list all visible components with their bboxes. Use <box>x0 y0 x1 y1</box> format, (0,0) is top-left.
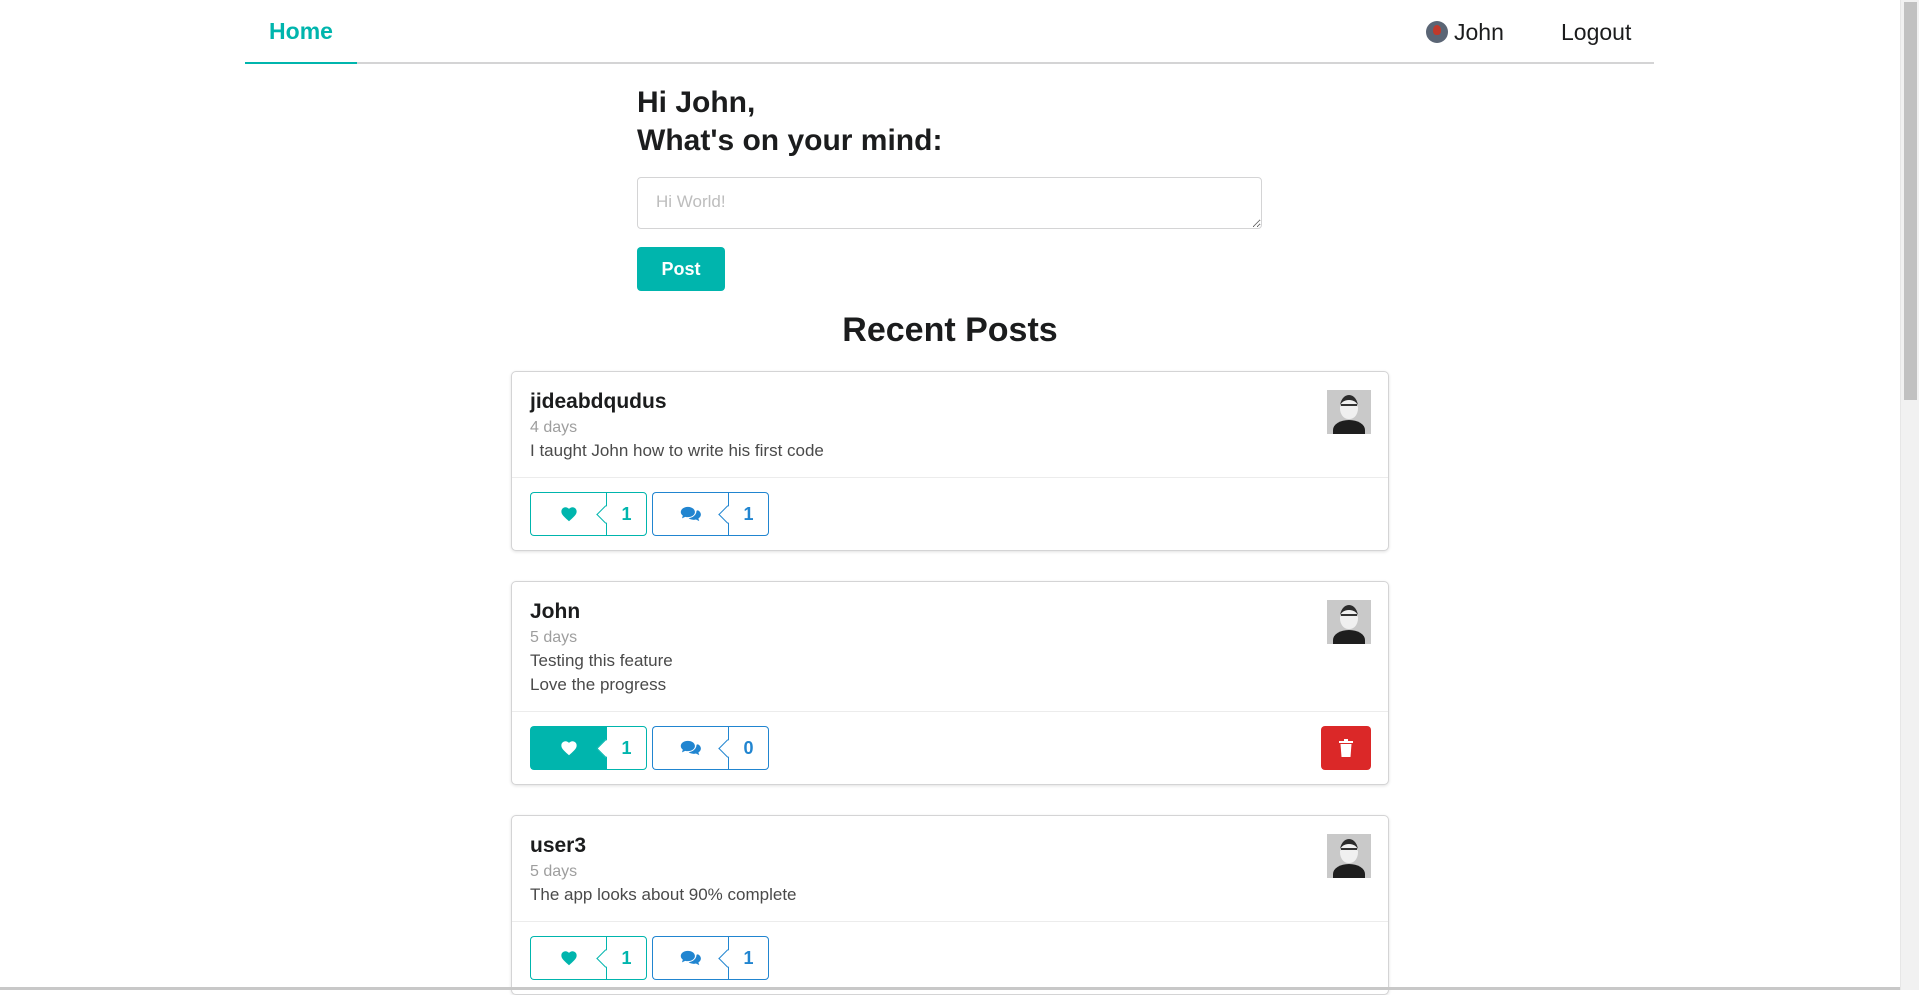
comment-count: 1 <box>728 936 769 980</box>
post-content: John 5 days Testing this feature Love th… <box>512 582 1388 712</box>
post-text: I taught John how to write his first cod… <box>530 441 824 460</box>
post-actions: 1 1 <box>512 478 1388 550</box>
nav-logout-label: Logout <box>1561 18 1632 45</box>
nav-logout-link[interactable]: Logout <box>1561 0 1631 64</box>
top-navigation: Home John Logout <box>245 0 1654 64</box>
post-time: 5 days <box>530 863 578 880</box>
post-actions: 1 1 <box>512 922 1388 994</box>
comment-icon <box>652 936 728 980</box>
comment-button[interactable]: 0 <box>652 726 769 770</box>
delete-post-button[interactable] <box>1321 726 1371 770</box>
like-count: 1 <box>606 726 647 770</box>
comment-count: 1 <box>728 492 769 536</box>
user-avatar-icon <box>1327 600 1371 644</box>
like-count: 1 <box>606 492 647 536</box>
nav-home-link[interactable]: Home <box>245 0 357 64</box>
greeting-line-2: What's on your mind: <box>637 124 943 157</box>
user-avatar-icon <box>1327 834 1371 878</box>
vertical-scrollbar[interactable] <box>1900 0 1919 990</box>
like-button[interactable]: 1 <box>530 492 647 536</box>
trash-icon <box>1339 739 1353 757</box>
nav-user-label: John <box>1454 18 1504 45</box>
post-button[interactable]: Post <box>637 247 725 291</box>
user-avatar-icon <box>1426 21 1448 43</box>
greeting-heading: Hi John, What's on your mind: <box>637 84 942 160</box>
heart-icon <box>530 936 606 980</box>
post-text: The app looks about 90% complete <box>530 885 797 904</box>
post-time: 4 days <box>530 419 578 436</box>
nav-home-label: Home <box>269 17 333 44</box>
like-button[interactable]: 1 <box>530 936 647 980</box>
comment-icon <box>652 492 728 536</box>
heart-icon <box>530 492 606 536</box>
post-author[interactable]: user3 <box>530 832 1370 859</box>
comment-button[interactable]: 1 <box>652 492 769 536</box>
post-content: user3 5 days The app looks about 90% com… <box>512 816 1388 922</box>
heart-icon <box>530 726 606 770</box>
post-text-input[interactable] <box>637 177 1262 229</box>
post-author[interactable]: jideabdqudus <box>530 388 1370 415</box>
post-time: 5 days <box>530 629 578 646</box>
post-text: Testing this feature Love the progress <box>530 651 673 694</box>
greeting-line-1: Hi John, <box>637 86 756 119</box>
post-actions: 1 0 <box>512 712 1388 784</box>
post-author[interactable]: John <box>530 598 1370 625</box>
user-avatar-icon <box>1327 390 1371 434</box>
post-card: user3 5 days The app looks about 90% com… <box>511 815 1389 995</box>
comment-button[interactable]: 1 <box>652 936 769 980</box>
like-count: 1 <box>606 936 647 980</box>
post-card: jideabdqudus 4 days I taught John how to… <box>511 371 1389 551</box>
comment-count: 0 <box>728 726 769 770</box>
like-button[interactable]: 1 <box>530 726 647 770</box>
scrollbar-thumb[interactable] <box>1904 2 1917 400</box>
nav-user-profile-link[interactable]: John <box>1426 0 1504 64</box>
recent-posts-title: Recent Posts <box>842 311 1058 349</box>
post-card: John 5 days Testing this feature Love th… <box>511 581 1389 785</box>
post-content: jideabdqudus 4 days I taught John how to… <box>512 372 1388 478</box>
comment-icon <box>652 726 728 770</box>
